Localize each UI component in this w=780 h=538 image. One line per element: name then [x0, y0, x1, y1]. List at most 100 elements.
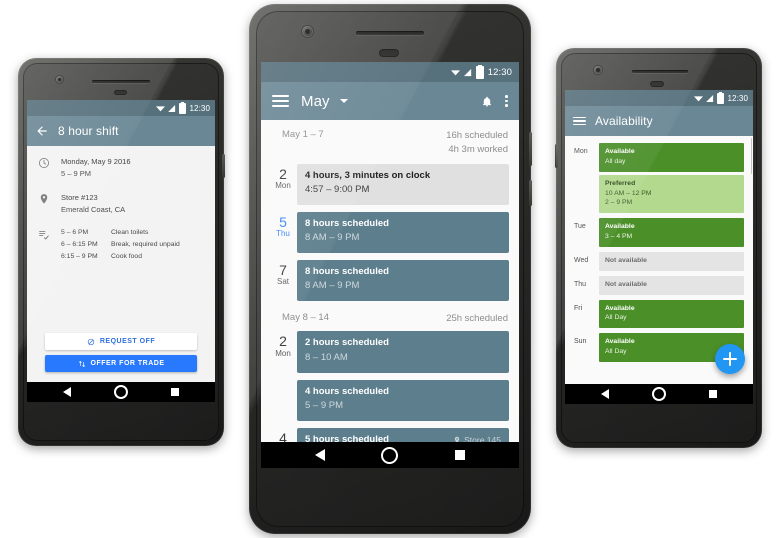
day-column: 4 Wed	[269, 428, 297, 442]
chip-title: Available	[605, 148, 635, 155]
earpiece-speaker	[632, 70, 688, 73]
proximity-sensor	[379, 49, 399, 57]
shift-tasks-row: 5 – 6 PM Clean toilets 6 – 6:15 PM Break…	[27, 228, 215, 274]
shift-actions: REQUEST OFF OFFER FOR TRADE	[27, 333, 215, 382]
nav-back-icon[interactable]	[600, 389, 609, 399]
nav-home-icon[interactable]	[651, 387, 666, 401]
task-time: 6:15 – 9 PM	[61, 252, 98, 260]
offer-for-trade-button[interactable]: OFFER FOR TRADE	[45, 355, 197, 372]
not-available-chip[interactable]: Not available	[599, 251, 744, 271]
trade-icon	[78, 360, 86, 368]
week-range: May 1 – 7	[282, 129, 324, 140]
schedule-day-row: 4 Wed 5 hours scheduled 8 AM – 1 PM Stor…	[261, 427, 519, 442]
availability-chip[interactable]: Available 3 – 4 PM	[599, 218, 744, 247]
phone-screen: 12:30 May May 1 – 7 16h scheduled 4h 3m …	[261, 62, 519, 468]
schedule-list[interactable]: May 1 – 7 16h scheduled 4h 3m worked 2 M…	[261, 120, 519, 442]
detail-spacer	[27, 273, 215, 333]
status-bar-clock: 12:30	[487, 66, 512, 78]
power-button[interactable]	[222, 154, 225, 178]
overflow-menu-icon[interactable]	[505, 95, 508, 107]
scheduled-shift-card[interactable]: 4 hours scheduled 5 – 9 PM	[297, 379, 509, 421]
scrollbar[interactable]	[750, 138, 752, 174]
power-button[interactable]	[529, 132, 532, 166]
arrow-back-icon[interactable]	[35, 124, 49, 138]
offer-for-trade-label: OFFER FOR TRADE	[90, 360, 165, 367]
day-chips: Not available	[599, 275, 744, 295]
day-number: 2	[279, 165, 287, 182]
day-number: 7	[279, 261, 287, 278]
week-header: May 1 – 7 16h scheduled 4h 3m worked	[261, 120, 519, 164]
availability-day-row: Mon Available All day Preferred 10 AM – …	[565, 143, 753, 218]
nav-home-icon[interactable]	[113, 385, 128, 399]
day-label: Tue	[574, 223, 586, 231]
day-name: Thu	[276, 229, 290, 239]
nav-back-icon[interactable]	[62, 387, 71, 397]
signal-icon	[706, 94, 714, 102]
store-address: Emerald Coast, CA	[61, 205, 126, 215]
availability-list[interactable]: Mon Available All day Preferred 10 AM – …	[565, 136, 753, 384]
chip-line: 10 AM – 12 PM	[605, 189, 652, 197]
day-number: 2	[279, 333, 287, 350]
status-bar-clock: 12:30	[727, 93, 748, 103]
request-off-button[interactable]: REQUEST OFF	[45, 333, 197, 350]
nav-back-icon[interactable]	[315, 449, 326, 461]
scheduled-shift-card[interactable]: 2 hours scheduled 8 – 10 AM	[297, 331, 509, 373]
status-bar-clock: 12:30	[189, 103, 210, 113]
chip-title: Available	[605, 338, 635, 346]
day-chips: Available All day Preferred 10 AM – 12 P…	[599, 143, 744, 214]
nav-home-icon[interactable]	[381, 446, 399, 464]
week-range: May 8 – 14	[282, 311, 329, 323]
task-item: 6:15 – 9 PM Cook food	[61, 252, 180, 262]
nav-recents-icon[interactable]	[171, 388, 180, 396]
nav-recents-icon[interactable]	[454, 450, 465, 460]
day-shift-stack: 2 hours scheduled 8 – 10 AM 4 hours sche…	[297, 331, 509, 421]
shift-location-row: Store #123 Emerald Coast, CA	[27, 192, 215, 228]
task-time: 6 – 6:15 PM	[61, 240, 98, 248]
add-plus-icon	[723, 352, 737, 366]
status-bar: 12:30	[27, 100, 215, 116]
day-column: 2 Mon	[269, 164, 297, 190]
schedule-appbar: May	[261, 82, 519, 120]
availability-chip[interactable]: Available All Day	[599, 299, 744, 329]
android-nav-bar	[27, 382, 215, 402]
day-name: Sat	[276, 277, 289, 287]
availability-day-row: Wed Not available	[565, 251, 753, 276]
week-worked: 4h 3m worked	[448, 143, 508, 155]
chip-line: 3 – 4 PM	[605, 233, 633, 241]
shift-title: 5 hours scheduled	[305, 433, 389, 442]
add-availability-fab[interactable]	[715, 344, 745, 374]
day-label: Fri	[574, 304, 583, 312]
scheduled-shift-card[interactable]: 5 hours scheduled 8 AM – 1 PM Store 145	[297, 427, 509, 442]
day-number: 4	[279, 429, 287, 442]
chevron-down-icon[interactable]	[339, 99, 348, 103]
day-number: 5	[279, 213, 287, 230]
availability-rows: Mon Available All day Preferred 10 AM – …	[565, 136, 753, 367]
day-label: Sun	[574, 338, 587, 346]
preferred-chip[interactable]: Preferred 10 AM – 12 PM 2 – 9 PM	[599, 174, 744, 214]
shift-title: 4 hours, 3 minutes on clock	[305, 169, 431, 181]
chip-line: 2 – 9 PM	[605, 199, 633, 207]
power-button[interactable]	[555, 144, 558, 168]
clocked-shift-card[interactable]: 4 hours, 3 minutes on clock 4:57 – 9:00 …	[297, 163, 509, 205]
availability-chip[interactable]: Available All day	[599, 143, 744, 172]
scheduled-shift-card[interactable]: 8 hours scheduled 8 AM – 9 PM	[297, 259, 509, 301]
clock-icon	[37, 156, 51, 169]
notifications-bell-icon[interactable]	[481, 95, 493, 108]
nav-recents-icon[interactable]	[709, 390, 718, 398]
week-scheduled: 25h scheduled	[446, 312, 508, 324]
hamburger-icon[interactable]	[272, 95, 289, 107]
wifi-icon	[694, 95, 704, 102]
chip-title: Available	[605, 304, 635, 312]
hamburger-icon[interactable]	[573, 116, 586, 126]
shift-location-chip: Store 145	[453, 434, 501, 442]
month-title: May	[301, 92, 330, 110]
task-name: Cook food	[111, 252, 142, 260]
volume-button[interactable]	[529, 180, 532, 206]
android-nav-bar	[565, 384, 753, 404]
not-available-chip[interactable]: Not available	[599, 275, 744, 295]
week-stats: 16h scheduled 4h 3m worked	[446, 129, 508, 157]
availability-appbar: Availability	[565, 106, 753, 136]
task-list-icon	[37, 228, 51, 241]
location-pin-icon	[454, 436, 460, 442]
scheduled-shift-card[interactable]: 8 hours scheduled 8 AM – 9 PM	[297, 211, 509, 253]
